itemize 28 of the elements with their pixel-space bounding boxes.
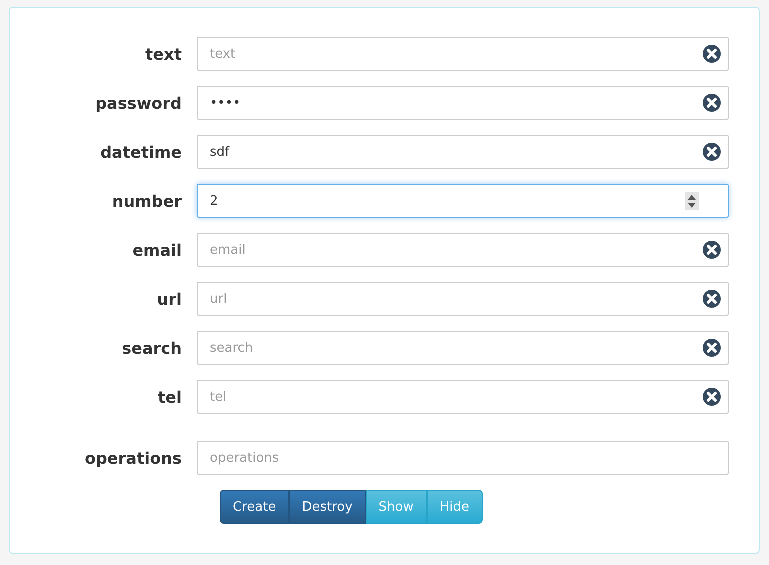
input-field[interactable]: sdf — [197, 135, 729, 169]
field-label: number — [111, 192, 183, 210]
field-label: datetime — [100, 142, 183, 162]
field-label: email — [132, 240, 183, 260]
input-field[interactable]: 2 — [197, 184, 729, 218]
action-button[interactable]: Create — [220, 490, 290, 524]
input-field[interactable]: text — [197, 37, 729, 71]
field-label: search — [121, 338, 183, 358]
input-field[interactable]: url — [197, 282, 729, 316]
clear-icon[interactable] — [703, 94, 721, 112]
clear-icon[interactable] — [703, 339, 721, 357]
field-label: operations — [84, 448, 183, 468]
input-field[interactable]: operations — [197, 441, 729, 475]
clear-icon[interactable] — [703, 241, 721, 259]
clear-icon[interactable] — [703, 143, 721, 161]
clear-icon[interactable] — [703, 388, 721, 406]
field-label: password — [94, 94, 183, 112]
field-label: tel — [157, 388, 183, 406]
input-field[interactable]: tel — [197, 380, 729, 414]
input-field[interactable]: email — [197, 233, 729, 267]
clear-icon[interactable] — [703, 290, 721, 308]
input-field[interactable]: •••• — [197, 86, 729, 120]
field-label: text — [144, 44, 183, 64]
action-button[interactable]: Destroy — [289, 490, 366, 524]
spinner-icon[interactable] — [685, 192, 699, 210]
field-label: url — [156, 290, 183, 308]
clear-icon[interactable] — [703, 45, 721, 63]
input-field[interactable]: search — [197, 331, 729, 365]
